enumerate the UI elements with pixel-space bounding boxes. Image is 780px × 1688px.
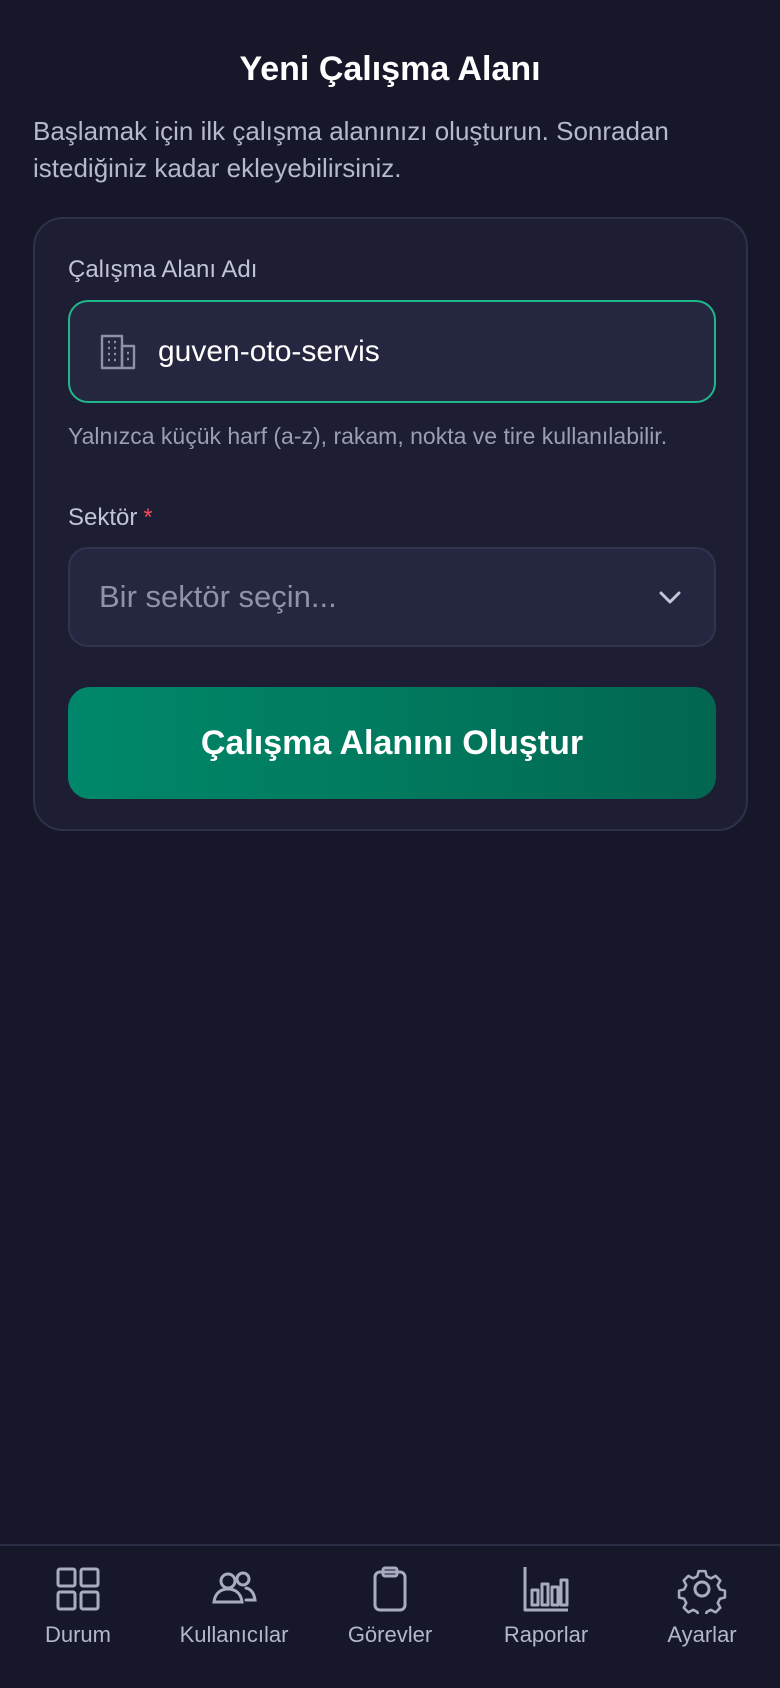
sector-label: Sektör * bbox=[68, 504, 153, 532]
sector-label-text: Sektör bbox=[68, 504, 138, 531]
tab-kullanicilar[interactable]: Kullanıcılar bbox=[156, 1546, 312, 1648]
page-title: Yeni Çalışma Alanı bbox=[239, 50, 541, 88]
bottom-tab-bar: Durum Kullanıcılar Görevler Raporlar Aya… bbox=[0, 1544, 780, 1688]
users-icon bbox=[209, 1564, 259, 1614]
tab-label: Görevler bbox=[347, 1622, 433, 1647]
required-mark: * bbox=[143, 504, 153, 531]
building-icon bbox=[98, 332, 138, 372]
bar-chart-icon bbox=[521, 1564, 571, 1614]
tab-label: Raporlar bbox=[503, 1622, 589, 1647]
tab-gorevler[interactable]: Görevler bbox=[312, 1546, 468, 1648]
tab-raporlar[interactable]: Raporlar bbox=[468, 1546, 624, 1648]
sector-select[interactable]: Bir sektör seçin... bbox=[68, 547, 716, 647]
create-workspace-screen: Yeni Çalışma Alanı Başlamak için ilk çal… bbox=[0, 0, 780, 1688]
clipboard-icon bbox=[365, 1564, 415, 1614]
page-subtitle: Başlamak için ilk çalışma alanınızı oluş… bbox=[33, 116, 669, 183]
tab-label: Ayarlar bbox=[667, 1622, 737, 1647]
chevron-down-icon bbox=[656, 583, 684, 611]
workspace-name-label: Çalışma Alanı Adı bbox=[68, 256, 258, 283]
workspace-name-field[interactable] bbox=[68, 300, 716, 403]
sector-placeholder: Bir sektör seçin... bbox=[99, 579, 337, 614]
grid-icon bbox=[53, 1564, 103, 1614]
gear-icon bbox=[677, 1564, 727, 1614]
tab-ayarlar[interactable]: Ayarlar bbox=[624, 1546, 780, 1648]
tab-label: Kullanıcılar bbox=[179, 1622, 289, 1647]
workspace-name-hint: Yalnızca küçük harf (a-z), rakam, nokta … bbox=[68, 423, 668, 449]
tab-durum[interactable]: Durum bbox=[0, 1546, 156, 1648]
workspace-name-input[interactable] bbox=[158, 334, 678, 369]
tab-label: Durum bbox=[44, 1622, 111, 1647]
create-workspace-button[interactable]: Çalışma Alanını Oluştur bbox=[68, 687, 716, 799]
workspace-form-card: Çalışma Alanı Adı Yalnızca küçük harf (a… bbox=[33, 217, 748, 831]
